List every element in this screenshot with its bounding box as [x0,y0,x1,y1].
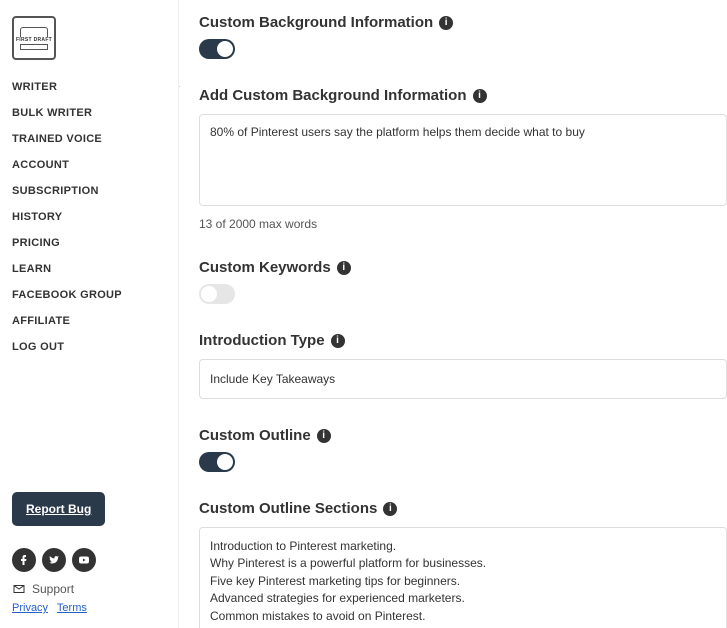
custom-bg-title: Custom Background Information i [199,14,727,31]
add-custom-bg-label: Add Custom Background Information [199,87,467,104]
terms-link[interactable]: Terms [57,602,87,614]
intro-type-select[interactable]: Include Key Takeaways [199,359,727,399]
nav-log-out[interactable]: LOG OUT [12,334,166,360]
social-links [12,548,166,572]
nav-subscription[interactable]: SUBSCRIPTION [12,178,166,204]
info-icon[interactable]: i [317,429,331,443]
info-icon[interactable]: i [383,502,397,516]
report-bug-button[interactable]: Report Bug [12,492,105,526]
sidebar-nav: WRITER BULK WRITER TRAINED VOICE ACCOUNT… [12,74,166,360]
envelope-icon [12,583,26,595]
custom-outline-sections-label: Custom Outline Sections [199,500,377,517]
custom-bg-textarea[interactable] [199,114,727,206]
info-icon[interactable]: i [439,16,453,30]
privacy-link[interactable]: Privacy [12,602,48,614]
info-icon[interactable]: i [337,261,351,275]
intro-type-title: Introduction Type i [199,332,727,349]
nav-writer[interactable]: WRITER [12,74,166,100]
bg-word-count: 13 of 2000 max words [199,217,727,231]
support-label: Support [32,582,74,596]
nav-trained-voice[interactable]: TRAINED VOICE [12,126,166,152]
nav-facebook-group[interactable]: FACEBOOK GROUP [12,282,166,308]
info-icon[interactable]: i [473,89,487,103]
nav-history[interactable]: HISTORY [12,204,166,230]
sidebar: FIRST DRAFT WRITER BULK WRITER TRAINED V… [0,0,178,628]
custom-outline-title: Custom Outline i [199,427,727,444]
nav-account[interactable]: ACCOUNT [12,152,166,178]
nav-affiliate[interactable]: AFFILIATE [12,308,166,334]
custom-outline-sections-title: Custom Outline Sections i [199,500,727,517]
nav-pricing[interactable]: PRICING [12,230,166,256]
legal-links: Privacy Terms [12,602,166,614]
intro-type-label: Introduction Type [199,332,325,349]
nav-bulk-writer[interactable]: BULK WRITER [12,100,166,126]
nav-learn[interactable]: LEARN [12,256,166,282]
main-content: Custom Background Information i Add Cust… [179,0,727,628]
custom-bg-toggle[interactable] [199,39,235,59]
custom-bg-label: Custom Background Information [199,14,433,31]
custom-outline-label: Custom Outline [199,427,311,444]
add-custom-bg-title: Add Custom Background Information i [199,87,727,104]
custom-keywords-title: Custom Keywords i [199,259,727,276]
logo[interactable]: FIRST DRAFT [12,16,56,60]
custom-keywords-label: Custom Keywords [199,259,331,276]
facebook-icon[interactable] [12,548,36,572]
youtube-icon[interactable] [72,548,96,572]
custom-outline-textarea[interactable] [199,527,727,628]
custom-keywords-toggle[interactable] [199,284,235,304]
info-icon[interactable]: i [331,334,345,348]
custom-outline-toggle[interactable] [199,452,235,472]
support-link[interactable]: Support [12,582,166,596]
twitter-icon[interactable] [42,548,66,572]
